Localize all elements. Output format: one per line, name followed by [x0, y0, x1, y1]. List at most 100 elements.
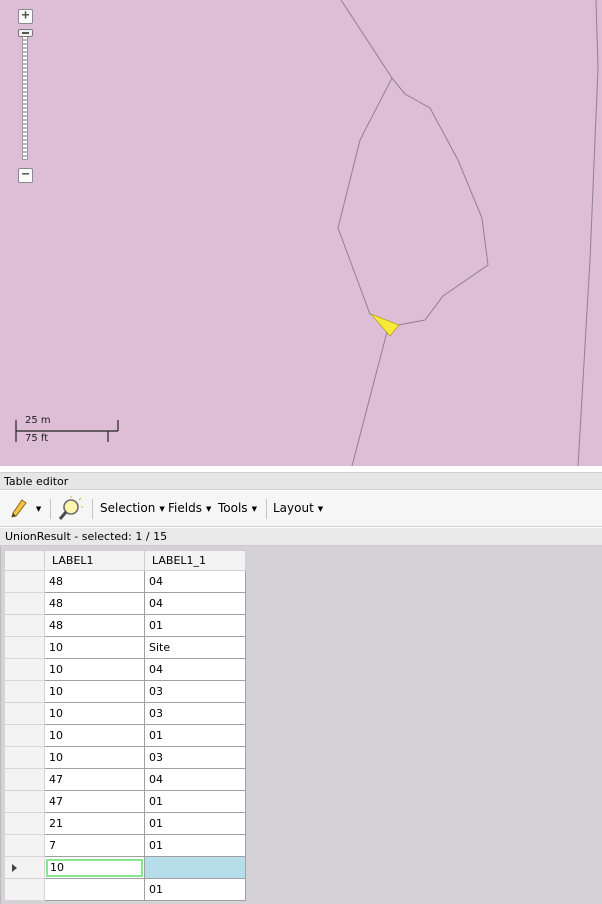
chevron-down-icon: ▼: [159, 505, 165, 513]
cell-label1-1[interactable]: 01: [144, 878, 246, 901]
parcel-boundary-line: [577, 0, 599, 466]
row-header[interactable]: [4, 812, 45, 835]
table-row[interactable]: 01: [4, 878, 246, 901]
selection-menu-label: Selection: [100, 501, 156, 515]
cell-label1-1[interactable]: 03: [144, 702, 246, 725]
table-row[interactable]: 10 Site: [4, 636, 246, 659]
toolbar-separator: [92, 499, 93, 519]
zoom-in-button[interactable]: +: [18, 9, 33, 24]
edit-tool-button[interactable]: ▼: [8, 491, 41, 525]
row-header[interactable]: [4, 702, 45, 725]
selection-menu-button[interactable]: Selection ▼: [100, 491, 165, 525]
row-header[interactable]: [4, 658, 45, 681]
layout-menu-label: Layout: [273, 501, 314, 515]
cell-label1-1[interactable]: [144, 856, 246, 879]
table-body: 48 04 48 04 48 01 10 Site 10 04 10 03 10 03 10 01 10 03 47…: [4, 570, 246, 901]
row-header[interactable]: [4, 614, 45, 637]
table-row[interactable]: 48 04: [4, 570, 246, 593]
query-tool-button[interactable]: [57, 491, 83, 525]
toolbar-separator: [50, 499, 51, 519]
table-row[interactable]: 47 04: [4, 768, 246, 791]
cell-label1-1[interactable]: 01: [144, 834, 246, 857]
tools-menu-button[interactable]: Tools ▼: [218, 491, 257, 525]
table-row[interactable]: 10 01: [4, 724, 246, 747]
map-geometry[interactable]: [0, 0, 602, 466]
row-header[interactable]: [4, 724, 45, 747]
table-row[interactable]: 47 01: [4, 790, 246, 813]
row-header[interactable]: [4, 834, 45, 857]
cell-label1[interactable]: 21: [44, 812, 145, 835]
cell-label1[interactable]: 10: [44, 724, 145, 747]
cell-label1[interactable]: 10: [44, 680, 145, 703]
layout-menu-button[interactable]: Layout ▼: [273, 491, 323, 525]
chevron-down-icon: ▼: [35, 505, 42, 513]
scale-metric-label: 25 m: [25, 415, 51, 426]
magnifier-icon: [58, 495, 83, 520]
table-row[interactable]: 48 01: [4, 614, 246, 637]
cell-label1-1[interactable]: 01: [144, 812, 246, 835]
cell-label1[interactable]: [44, 878, 145, 901]
cell-label1-1[interactable]: 03: [144, 680, 246, 703]
row-header[interactable]: [4, 856, 45, 879]
attribute-table-area[interactable]: LABEL1 LABEL1_1 48 04 48 04 48 01 10 Site 10 04 10…: [0, 546, 602, 904]
cell-label1[interactable]: 48: [44, 570, 145, 593]
attribute-table[interactable]: LABEL1 LABEL1_1 48 04 48 04 48 01 10 Site 10 04 10…: [4, 550, 246, 901]
row-header[interactable]: [4, 878, 45, 901]
zoom-slider-handle[interactable]: [18, 29, 33, 37]
active-cell-editor[interactable]: 10: [46, 858, 143, 877]
cell-label1-1[interactable]: 03: [144, 746, 246, 769]
column-header-label1[interactable]: LABEL1: [44, 550, 145, 571]
table-row[interactable]: 10 04: [4, 658, 246, 681]
cell-label1-1[interactable]: 01: [144, 790, 246, 813]
table-row[interactable]: 10 03: [4, 702, 246, 725]
chevron-down-icon: ▼: [205, 505, 212, 513]
parcel-boundary-line: [340, 0, 393, 79]
tools-menu-label: Tools: [218, 501, 248, 515]
zoom-out-button[interactable]: −: [18, 168, 33, 183]
cell-label1-1[interactable]: 04: [144, 570, 246, 593]
table-row[interactable]: 7 01: [4, 834, 246, 857]
cell-label1-1[interactable]: Site: [144, 636, 246, 659]
column-header-label1-1[interactable]: LABEL1_1: [144, 550, 246, 571]
table-row[interactable]: 10: [4, 856, 246, 879]
cell-label1[interactable]: 10: [44, 746, 145, 769]
cell-label1[interactable]: 47: [44, 768, 145, 791]
table-row[interactable]: 48 04: [4, 592, 246, 615]
zoom-slider-track[interactable]: [22, 36, 28, 160]
scale-bar: 25 m 75 ft: [14, 414, 124, 446]
row-header[interactable]: [4, 746, 45, 769]
row-header[interactable]: [4, 636, 45, 659]
chevron-down-icon: ▼: [251, 505, 257, 513]
scale-imperial-label: 75 ft: [25, 433, 49, 444]
table-editor-title: Table editor: [0, 472, 602, 490]
selected-feature[interactable]: [370, 313, 400, 337]
cell-label1-1[interactable]: 01: [144, 724, 246, 747]
cell-label1[interactable]: 48: [44, 614, 145, 637]
parcel-polygon[interactable]: [337, 77, 489, 326]
chevron-down-icon: ▼: [317, 505, 324, 513]
row-header[interactable]: [4, 592, 45, 615]
cell-label1[interactable]: 48: [44, 592, 145, 615]
cell-label1[interactable]: 7: [44, 834, 145, 857]
cell-label1[interactable]: 10: [44, 702, 145, 725]
row-header[interactable]: [4, 570, 45, 593]
map-view[interactable]: + − 25 m 75 ft: [0, 0, 602, 466]
row-header[interactable]: [4, 790, 45, 813]
cell-label1-1[interactable]: 04: [144, 658, 246, 681]
cell-label1[interactable]: 10: [44, 658, 145, 681]
row-header[interactable]: [4, 768, 45, 791]
cell-label1[interactable]: 10: [44, 636, 145, 659]
pencil-icon: [11, 498, 27, 518]
cell-label1[interactable]: 47: [44, 790, 145, 813]
row-header-corner[interactable]: [4, 550, 45, 571]
cell-label1-1[interactable]: 04: [144, 592, 246, 615]
table-row[interactable]: 10 03: [4, 746, 246, 769]
fields-menu-button[interactable]: Fields ▼: [168, 491, 211, 525]
cell-label1-1[interactable]: 01: [144, 614, 246, 637]
selection-status: UnionResult - selected: 1 / 15: [0, 528, 602, 546]
row-header[interactable]: [4, 680, 45, 703]
table-row[interactable]: 10 03: [4, 680, 246, 703]
cell-label1[interactable]: 10: [44, 856, 145, 879]
table-row[interactable]: 21 01: [4, 812, 246, 835]
cell-label1-1[interactable]: 04: [144, 768, 246, 791]
